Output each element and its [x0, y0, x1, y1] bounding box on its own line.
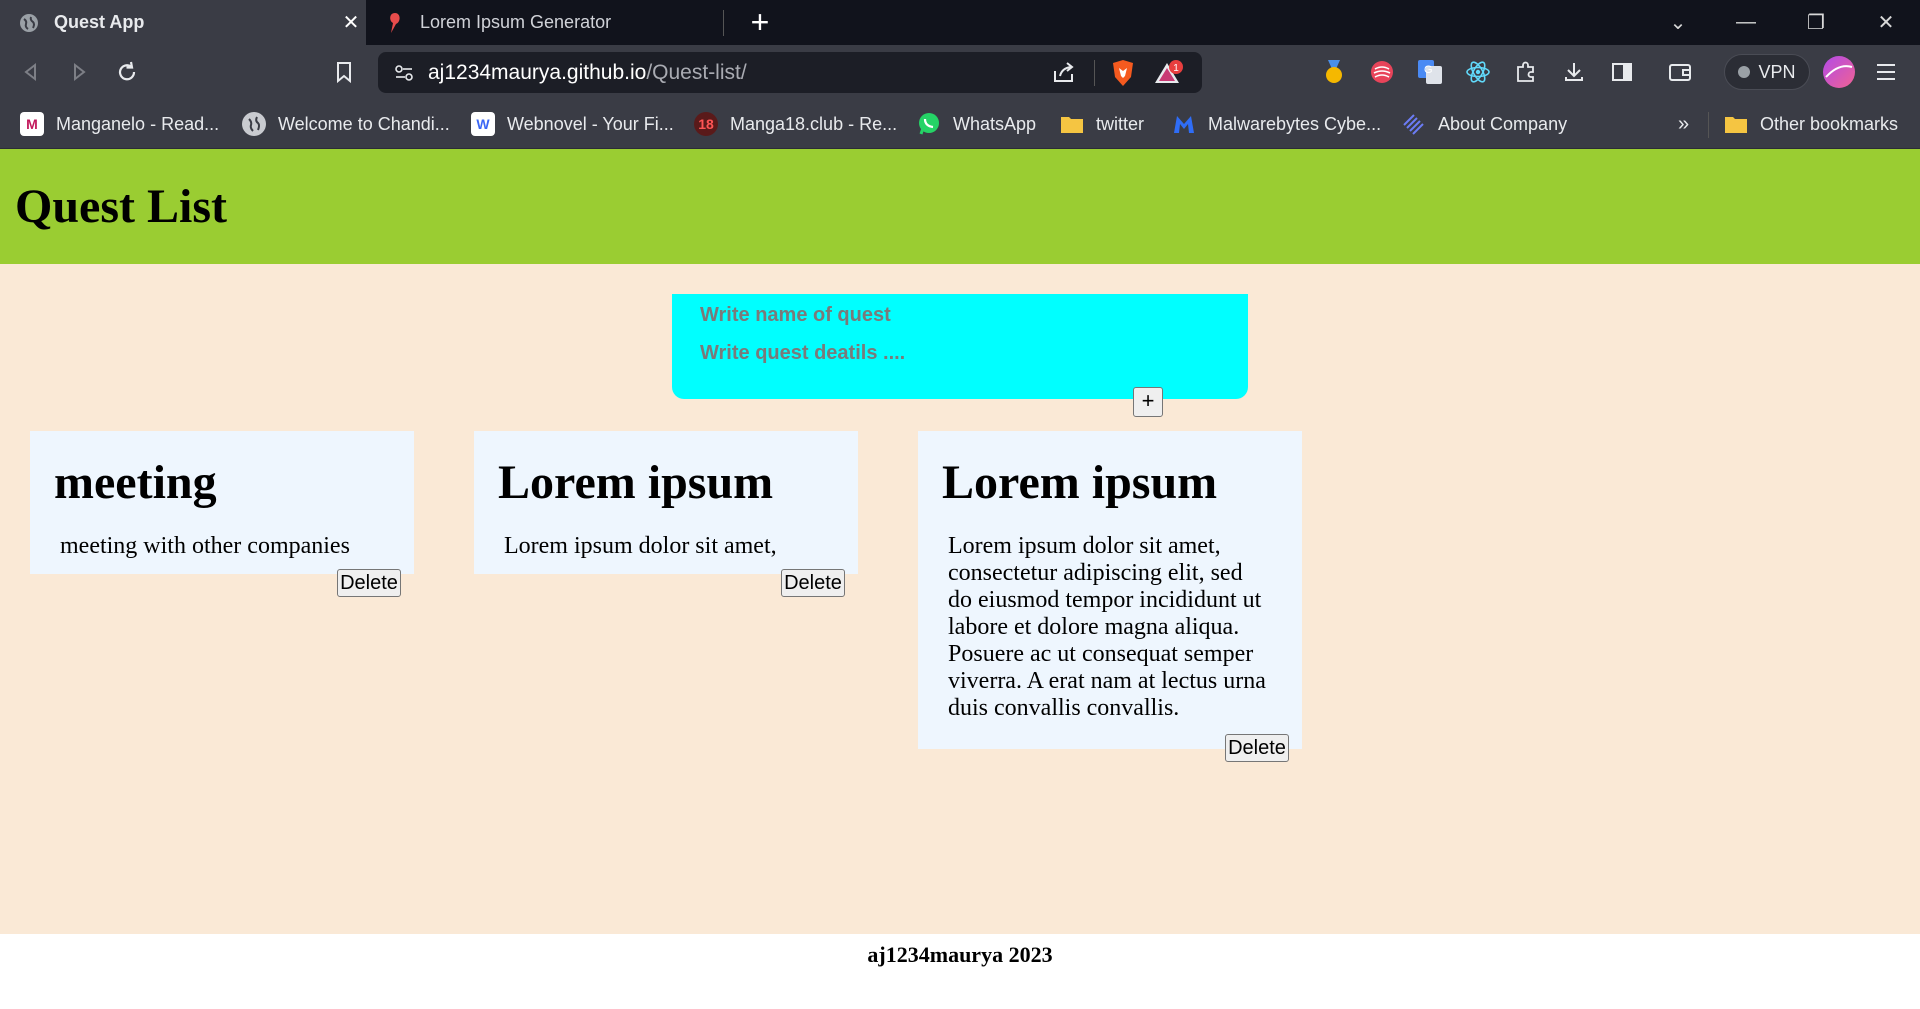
extensions-puzzle-icon[interactable]: [1512, 58, 1540, 86]
quest-card: meeting meeting with other companies: [30, 431, 414, 574]
add-quest-button[interactable]: +: [1133, 387, 1163, 417]
bookmark-manga18[interactable]: 18 Manga18.club - Re...: [694, 100, 897, 148]
close-window-button[interactable]: ✕: [1856, 0, 1916, 45]
google-translate-icon[interactable]: G: [1416, 58, 1444, 86]
bookmark-whatsapp[interactable]: WhatsApp: [917, 100, 1036, 148]
url-text: aj1234maurya.github.io/Quest-list/: [428, 61, 747, 84]
svg-text:G: G: [1424, 64, 1433, 76]
whatsapp-icon: [917, 112, 941, 136]
about-company-icon: [1402, 112, 1426, 136]
tab-search-icon[interactable]: ⌄: [1648, 0, 1708, 45]
minimize-button[interactable]: —: [1716, 0, 1776, 45]
close-tab-icon[interactable]: ✕: [336, 10, 366, 35]
site-settings-icon[interactable]: [394, 63, 414, 88]
quest-title: Lorem ipsum: [498, 456, 774, 509]
quest-form: [672, 294, 1248, 399]
notification-count: 1: [1173, 63, 1179, 74]
wallet-icon[interactable]: [1666, 58, 1694, 86]
quest-details-input[interactable]: [700, 338, 1100, 368]
downloads-icon[interactable]: [1560, 58, 1588, 86]
bookmarks-divider: [1708, 112, 1709, 138]
share-icon[interactable]: [1052, 61, 1076, 90]
quest-title: Lorem ipsum: [942, 456, 1218, 509]
page-footer: aj1234maurya 2023: [0, 934, 1920, 1009]
bookmark-manganelo[interactable]: M Manganelo - Read...: [20, 100, 219, 148]
menu-icon[interactable]: [1872, 58, 1900, 86]
quest-name-input[interactable]: [700, 300, 1100, 330]
page-content: Quest List + meeting meeting with other …: [0, 149, 1920, 1009]
sidebar-toggle-icon[interactable]: [1608, 58, 1636, 86]
bookmark-about-company[interactable]: About Company: [1402, 100, 1567, 148]
bookmark-twitter-folder[interactable]: twitter: [1060, 100, 1144, 148]
manga18-icon: 18: [694, 112, 718, 136]
react-devtools-icon[interactable]: [1464, 58, 1492, 86]
bookmark-icon[interactable]: [325, 53, 363, 91]
quest-title: meeting: [54, 456, 217, 509]
page-header: Quest List: [0, 149, 1920, 264]
bookmarks-overflow-button[interactable]: »: [1678, 100, 1689, 148]
bookmark-malwarebytes[interactable]: Malwarebytes Cybe...: [1172, 100, 1381, 148]
folder-icon: [1724, 112, 1748, 136]
tab-lorem-ipsum[interactable]: Lorem Ipsum Generator: [366, 0, 723, 45]
quest-card: Lorem ipsum Lorem ipsum dolor sit amet, …: [918, 431, 1302, 749]
profile-avatar[interactable]: [1822, 55, 1856, 89]
tab-quest-app[interactable]: Quest App ✕: [0, 0, 366, 45]
medal-extension-icon[interactable]: [1320, 58, 1348, 86]
forward-button[interactable]: [60, 53, 98, 91]
tab-divider: [723, 10, 724, 36]
globe-icon: [18, 12, 40, 34]
delete-button[interactable]: Delete: [781, 569, 845, 597]
other-bookmarks-folder[interactable]: Other bookmarks: [1724, 100, 1898, 148]
footer-text: aj1234maurya 2023: [867, 942, 1053, 967]
tab-strip: Quest App ✕ Lorem Ipsum Generator + ⌄ — …: [0, 0, 1920, 45]
quest-details: Lorem ipsum dolor sit amet, consectetur …: [948, 533, 1266, 721]
cast-extension-icon[interactable]: [1368, 58, 1396, 86]
tab-title: Lorem Ipsum Generator: [420, 12, 612, 32]
address-bar[interactable]: aj1234maurya.github.io/Quest-list/ 1: [378, 52, 1202, 93]
quest-details: Lorem ipsum dolor sit amet,: [504, 533, 777, 559]
reload-button[interactable]: [108, 53, 146, 91]
vpn-status-icon: [1738, 66, 1751, 78]
back-button[interactable]: [12, 53, 50, 91]
toolbar: aj1234maurya.github.io/Quest-list/ 1 G V…: [0, 45, 1920, 100]
malwarebytes-icon: [1172, 112, 1196, 136]
globe-icon: [242, 112, 266, 136]
tab-title: Quest App: [54, 12, 145, 32]
brave-rewards-icon[interactable]: 1: [1154, 59, 1184, 92]
restore-button[interactable]: ❐: [1786, 0, 1846, 45]
brave-shields-icon[interactable]: [1110, 59, 1136, 92]
delete-button[interactable]: Delete: [337, 569, 401, 597]
delete-button[interactable]: Delete: [1225, 734, 1289, 762]
bookmarks-bar: M Manganelo - Read... Welcome to Chandi.…: [0, 100, 1920, 149]
page-title: Quest List: [15, 180, 228, 233]
folder-icon: [1060, 112, 1084, 136]
bookmark-webnovel[interactable]: W Webnovel - Your Fi...: [471, 100, 674, 148]
quest-details: meeting with other companies: [60, 533, 350, 559]
omnibox-divider: [1094, 60, 1095, 86]
webnovel-icon: W: [471, 112, 495, 136]
new-tab-button[interactable]: +: [742, 4, 778, 40]
manganelo-icon: M: [20, 112, 44, 136]
vpn-button[interactable]: VPN: [1724, 54, 1810, 90]
quest-card: Lorem ipsum Lorem ipsum dolor sit amet,: [474, 431, 858, 574]
bookmark-chandi[interactable]: Welcome to Chandi...: [242, 100, 450, 148]
lorem-ipsum-icon: [384, 12, 406, 34]
